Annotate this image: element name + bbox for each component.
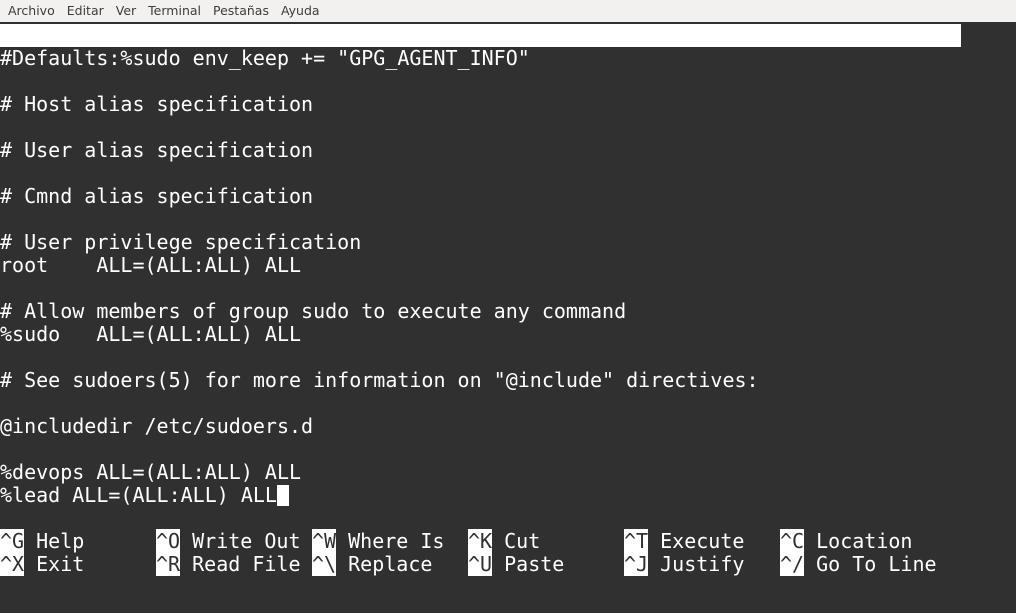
shortcut-execute[interactable]: ^T Execute	[624, 529, 744, 553]
menu-ayuda[interactable]: Ayuda	[277, 0, 324, 22]
shortcut-paste[interactable]: ^U Paste	[468, 552, 564, 576]
shortcut-cut[interactable]: ^K Cut	[468, 529, 540, 553]
editor-line-text: %lead ALL=(ALL:ALL) ALL	[0, 483, 277, 507]
editor-line[interactable]: %devops ALL=(ALL:ALL) ALL	[0, 461, 301, 484]
editor-line[interactable]: @includedir /etc/sudoers.d	[0, 415, 313, 438]
editor-line[interactable]: # See sudoers(5) for more information on…	[0, 369, 759, 392]
shortcut-write-out[interactable]: ^O Write Out	[156, 529, 301, 553]
terminal-window: Archivo Editar Ver Terminal Pestañas Ayu…	[0, 0, 1016, 613]
shortcut-go-to-line[interactable]: ^/ Go To Line	[780, 552, 937, 576]
nano-title-bar: GNU nano 7.2 /etc/sudoers.tmp *	[0, 24, 961, 93]
editor-line-current[interactable]: %lead ALL=(ALL:ALL) ALL	[0, 484, 289, 507]
editor-line[interactable]: # User privilege specification	[0, 231, 361, 254]
shortcut-read-file[interactable]: ^R Read File	[156, 552, 301, 576]
editor-line[interactable]: # User alias specification	[0, 139, 313, 162]
editor-line[interactable]: # Host alias specification	[0, 93, 313, 116]
menu-pestanas[interactable]: Pestañas	[209, 0, 273, 22]
shortcut-location[interactable]: ^C Location	[780, 529, 912, 553]
shortcut-help[interactable]: ^G Help	[0, 529, 84, 553]
editor-line[interactable]: root ALL=(ALL:ALL) ALL	[0, 254, 301, 277]
shortcut-exit[interactable]: ^X Exit	[0, 552, 84, 576]
menu-terminal[interactable]: Terminal	[144, 0, 205, 22]
editor-line[interactable]: #Defaults:%sudo env_keep += "GPG_AGENT_I…	[0, 47, 530, 70]
text-cursor	[276, 485, 289, 506]
terminal-area[interactable]: GNU nano 7.2 /etc/sudoers.tmp * #Default…	[0, 22, 1016, 613]
editor-line[interactable]: # Allow members of group sudo to execute…	[0, 300, 626, 323]
menu-editar[interactable]: Editar	[63, 0, 108, 22]
menu-archivo[interactable]: Archivo	[4, 0, 59, 22]
menu-bar: Archivo Editar Ver Terminal Pestañas Ayu…	[0, 0, 1016, 22]
menu-ver[interactable]: Ver	[112, 0, 140, 22]
editor-line[interactable]: %sudo ALL=(ALL:ALL) ALL	[0, 323, 301, 346]
shortcut-justify[interactable]: ^J Justify	[624, 552, 744, 576]
shortcut-replace[interactable]: ^\ Replace	[312, 552, 432, 576]
file-title: /etc/sudoers.tmp *	[409, 69, 626, 93]
editor-line[interactable]: # Cmnd alias specification	[0, 185, 313, 208]
shortcut-where-is[interactable]: ^W Where Is	[312, 529, 444, 553]
